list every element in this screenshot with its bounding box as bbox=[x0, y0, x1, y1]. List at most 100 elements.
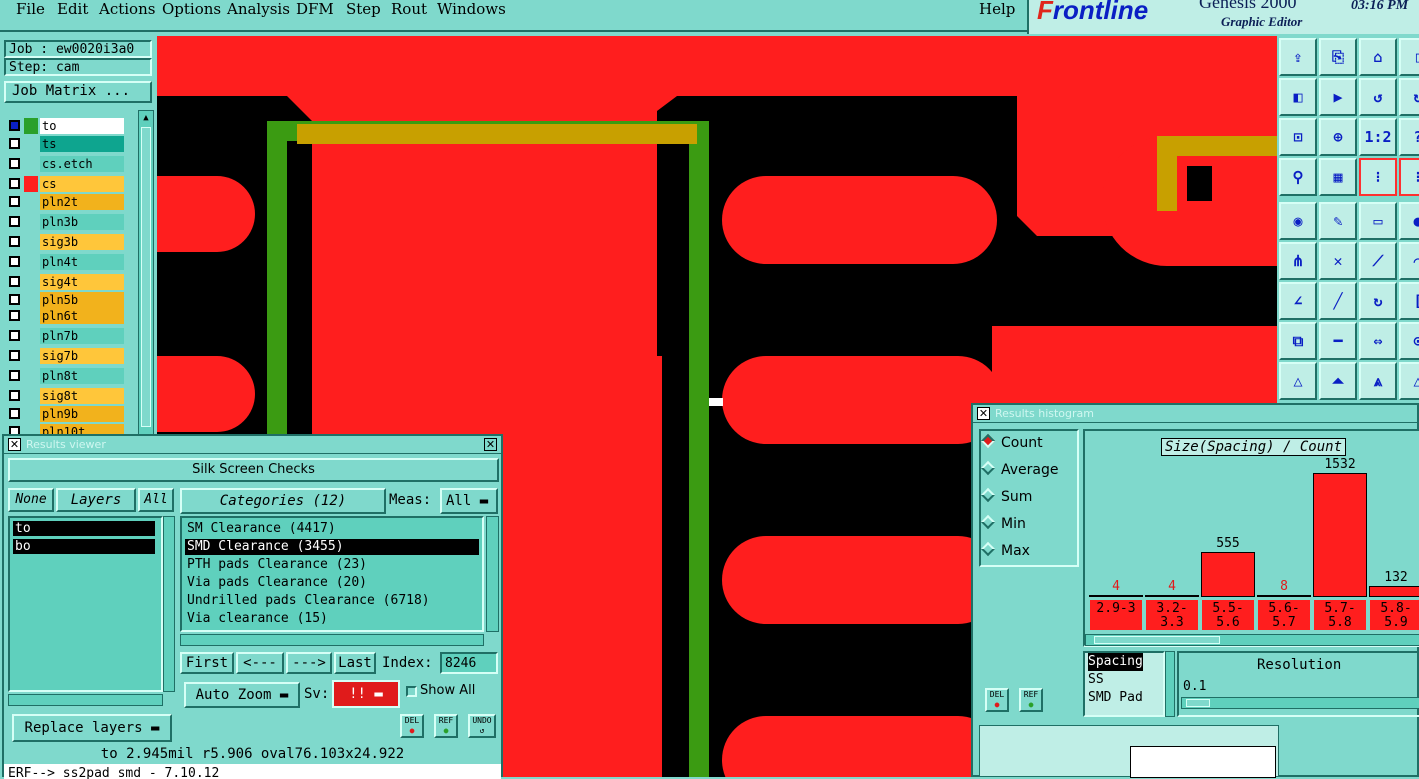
measure-list[interactable]: Spacing SS SMD Pad bbox=[1083, 651, 1165, 717]
layer-row-sig3b[interactable]: sig3b bbox=[6, 234, 124, 250]
layer-list-scrollbar[interactable]: ▲ bbox=[138, 110, 154, 436]
tool-triangle-icon[interactable]: △ bbox=[1279, 362, 1317, 400]
tool-slash-icon[interactable]: ╱ bbox=[1319, 282, 1357, 320]
layer-color-swatch[interactable] bbox=[24, 118, 38, 134]
histogram-titlebar[interactable]: ✕ Results histogram bbox=[973, 405, 1419, 423]
sv-dropdown[interactable]: !! ▬ bbox=[332, 680, 400, 708]
tool-pad-icon[interactable]: ● bbox=[1399, 202, 1419, 240]
layer-row-cs[interactable]: cs bbox=[6, 176, 124, 192]
layer-name[interactable]: pln8t bbox=[40, 368, 124, 384]
layer-row-pln3b[interactable]: pln3b bbox=[6, 214, 124, 230]
layer-color-swatch[interactable] bbox=[24, 348, 38, 364]
layer-row-to[interactable]: to bbox=[6, 118, 124, 134]
layer-name[interactable]: sig4t bbox=[40, 274, 124, 290]
histogram-hscroll[interactable] bbox=[1085, 634, 1419, 646]
results-viewer-titlebar[interactable]: ✕ Results viewer ✕ bbox=[4, 436, 501, 454]
layer-row-pln2t[interactable]: pln2t bbox=[6, 194, 124, 210]
bin-label[interactable]: 5.8-5.9 bbox=[1369, 599, 1419, 631]
job-matrix-button[interactable]: Job Matrix ... bbox=[4, 81, 152, 103]
layer-result-list[interactable]: to bo bbox=[8, 516, 163, 692]
window-menu-icon[interactable]: ✕ bbox=[977, 407, 990, 420]
tool-pan-right-icon[interactable]: ▶ bbox=[1319, 78, 1357, 116]
menu-step[interactable]: Step bbox=[346, 0, 381, 18]
histogram-bar[interactable] bbox=[1257, 595, 1311, 597]
layer-checkbox[interactable] bbox=[9, 120, 20, 131]
tool-rotate-icon[interactable]: ↻ bbox=[1359, 282, 1397, 320]
layer-name[interactable]: cs.etch bbox=[40, 156, 124, 172]
menu-file[interactable]: File bbox=[16, 0, 45, 18]
layer-checkbox[interactable] bbox=[9, 390, 20, 401]
list-item[interactable]: SMD Pad bbox=[1088, 689, 1163, 707]
layer-checkbox[interactable] bbox=[9, 294, 20, 305]
layer-color-swatch[interactable] bbox=[24, 308, 38, 324]
layer-name[interactable]: pln9b bbox=[40, 406, 124, 422]
menu-actions[interactable]: Actions bbox=[99, 0, 155, 18]
tool-pan-left-icon[interactable]: ◧ bbox=[1279, 78, 1317, 116]
index-input[interactable] bbox=[440, 652, 498, 674]
del-button[interactable]: DEL ● bbox=[400, 714, 424, 738]
histogram-bar[interactable] bbox=[1201, 552, 1255, 597]
layer-color-swatch[interactable] bbox=[24, 156, 38, 172]
tool-help-icon[interactable]: ? bbox=[1399, 118, 1419, 156]
layer-checkbox[interactable] bbox=[9, 236, 20, 247]
layer-color-swatch[interactable] bbox=[24, 254, 38, 270]
layer-row-pln6t[interactable]: pln6t bbox=[6, 308, 124, 324]
list-item[interactable]: to bbox=[13, 521, 155, 536]
layer-name[interactable]: pln3b bbox=[40, 214, 124, 230]
layer-checkbox[interactable] bbox=[9, 330, 20, 341]
tool-arc-icon[interactable]: ⌒ bbox=[1399, 242, 1419, 280]
tool-triangle3-icon[interactable]: ⩓ bbox=[1359, 362, 1397, 400]
layer-name[interactable]: sig3b bbox=[40, 234, 124, 250]
tool-angle-icon[interactable]: ∠ bbox=[1279, 282, 1317, 320]
scroll-thumb[interactable] bbox=[1094, 636, 1220, 644]
tool-snap-icon[interactable]: ⁝ bbox=[1359, 158, 1397, 196]
menu-dfm[interactable]: DFM bbox=[296, 0, 334, 18]
layer-row-ts[interactable]: ts bbox=[6, 136, 124, 152]
category-item[interactable]: SMD Clearance (3455) bbox=[185, 539, 479, 555]
tool-line-icon[interactable]: ⟋ bbox=[1359, 242, 1397, 280]
layer-color-swatch[interactable] bbox=[24, 176, 38, 192]
tool-extra-icon[interactable]: ▯ bbox=[1399, 38, 1419, 76]
layer-color-swatch[interactable] bbox=[24, 234, 38, 250]
tool-grid-icon[interactable]: ▦ bbox=[1319, 158, 1357, 196]
category-item[interactable]: Via pads Clearance (20) bbox=[185, 575, 479, 591]
menu-edit[interactable]: Edit bbox=[57, 0, 88, 18]
bin-label[interactable]: 3.2-3.3 bbox=[1145, 599, 1199, 631]
mode-radio-count[interactable]: Count bbox=[980, 433, 1043, 451]
histogram-bar[interactable] bbox=[1369, 586, 1419, 597]
tool-select-icon[interactable]: ◉ bbox=[1279, 202, 1317, 240]
layer-row-pln8t[interactable]: pln8t bbox=[6, 368, 124, 384]
tool-save-icon[interactable]: ⎘ bbox=[1319, 38, 1357, 76]
histogram-bar[interactable] bbox=[1145, 595, 1199, 597]
replace-layers-dropdown[interactable]: Replace layers ▬ bbox=[12, 714, 172, 742]
layer-checkbox[interactable] bbox=[9, 370, 20, 381]
layer-color-swatch[interactable] bbox=[24, 368, 38, 384]
hist-del-button[interactable]: DEL ● bbox=[985, 688, 1009, 712]
layer-name[interactable]: sig7b bbox=[40, 348, 124, 364]
layer-row-pln7b[interactable]: pln7b bbox=[6, 328, 124, 344]
layer-row-sig4t[interactable]: sig4t bbox=[6, 274, 124, 290]
all-button[interactable]: All bbox=[138, 488, 174, 512]
layer-checkbox[interactable] bbox=[9, 408, 20, 419]
slider-thumb[interactable] bbox=[1186, 699, 1210, 707]
layer-checkbox[interactable] bbox=[9, 178, 20, 189]
tool-ruler-icon[interactable]: ▭ bbox=[1359, 202, 1397, 240]
layer-checkbox[interactable] bbox=[9, 350, 20, 361]
layer-color-swatch[interactable] bbox=[24, 328, 38, 344]
layer-checkbox[interactable] bbox=[9, 276, 20, 287]
bin-label[interactable]: 5.7-5.8 bbox=[1313, 599, 1367, 631]
histogram-bar[interactable] bbox=[1089, 595, 1143, 597]
prev-button[interactable]: <--- bbox=[236, 652, 284, 674]
layer-name[interactable]: cs bbox=[40, 176, 124, 192]
meas-dropdown[interactable]: All ▬ bbox=[440, 488, 498, 514]
histogram-bar[interactable] bbox=[1313, 473, 1367, 597]
tool-zoom-fit-icon[interactable]: ⊡ bbox=[1279, 118, 1317, 156]
layer-list-hscroll[interactable] bbox=[8, 694, 163, 706]
layer-name[interactable]: pln6t bbox=[40, 308, 124, 324]
layer-checkbox[interactable] bbox=[9, 138, 20, 149]
tool-copy-icon[interactable]: ⧉ bbox=[1279, 322, 1317, 360]
mode-radio-min[interactable]: Min bbox=[980, 514, 1026, 532]
none-button[interactable]: None bbox=[8, 488, 54, 512]
menu-rout[interactable]: Rout bbox=[391, 0, 427, 18]
tool-connect-icon[interactable]: ⋔ bbox=[1279, 242, 1317, 280]
